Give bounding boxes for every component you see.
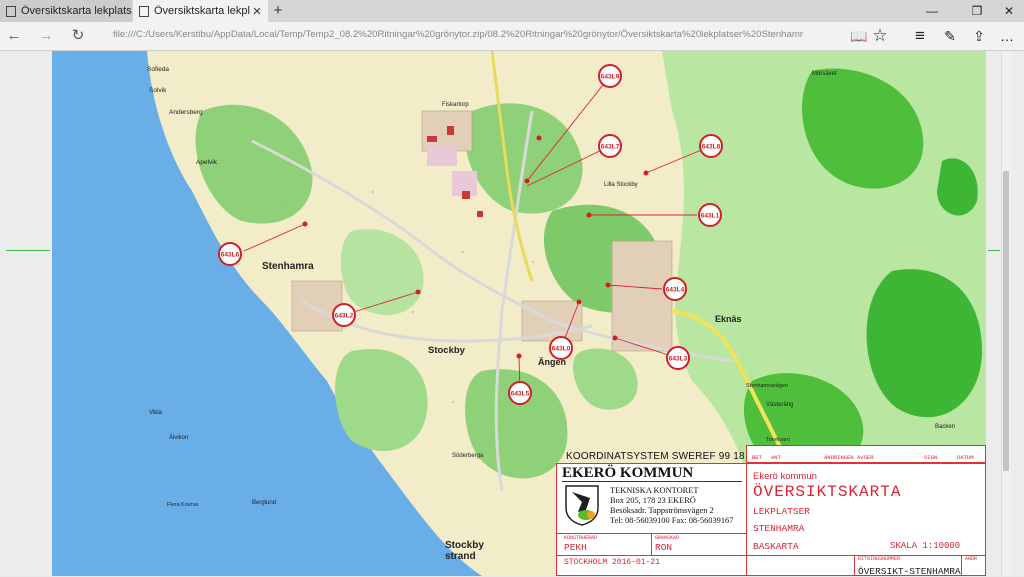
marker-643L2: 643L2 [332, 303, 356, 327]
department: TEKNISKA KONTORET [610, 486, 699, 495]
close-window-button[interactable]: ✕ [994, 0, 1024, 22]
tab-close-icon[interactable]: ✕ [250, 5, 264, 18]
drawing-title: ÖVERSIKTSKARTA [753, 483, 902, 501]
tab-bar: Översiktskarta lekplatser Ekö Översiktsk… [0, 0, 1024, 22]
marker-643L9: 643L9 [598, 64, 622, 88]
vertical-scrollbar[interactable] [1001, 51, 1011, 576]
share-icon[interactable]: ⇪ [968, 26, 990, 46]
konstruerad-label: KONSTRUERAD [564, 535, 598, 541]
granskad-label: GRANSKAD [655, 535, 680, 541]
marker-label: 643L1 [701, 213, 720, 220]
drawing-subtitle-1: LEKPLATSER [753, 506, 811, 517]
marker-label: 643L8 [702, 144, 721, 151]
client-name: Ekerö kommun [753, 471, 817, 482]
marker-label: 643L6 [221, 252, 240, 259]
marker-643L6: 643L6 [218, 242, 242, 266]
web-note-icon[interactable]: ✎ [939, 26, 961, 46]
place-name: Mörsävet [812, 71, 837, 77]
marker-label: 643L2 [335, 313, 354, 320]
place-name: Ängen [538, 357, 566, 367]
place-name: Andersberg [169, 109, 203, 116]
favorite-star-icon[interactable]: ☆ [869, 26, 891, 46]
divider [556, 555, 986, 556]
address-bar: ← → ↻ file:///C:/Users/Kerstibu/AppData/… [0, 22, 1024, 51]
rev-header-andringen: ÄNDRINGEN AVSER [824, 454, 874, 461]
title-block: BET ANT ÄNDRINGEN AVSER SIGN DATUM EKERÖ… [556, 445, 986, 577]
place-name: Fiskartorp [442, 102, 469, 108]
reading-view-icon[interactable]: 📖 [848, 26, 870, 46]
konstruerad-value: PEKH [564, 542, 587, 553]
marker-643L0: 643L0 [549, 336, 573, 360]
place-name: Apelvik [196, 159, 218, 166]
place-name: Stenhamra [262, 261, 314, 272]
guide-line [988, 250, 1000, 251]
phone-fax: Tel: 08-56039100 Fax: 08-56039167 [610, 516, 734, 525]
refresh-icon[interactable]: ↻ [68, 26, 88, 46]
place-name: Solvik [149, 87, 167, 94]
org-name: EKERÖ KOMMUN [562, 465, 694, 481]
divider [651, 533, 652, 555]
marker-643L5: 643L5 [508, 381, 532, 405]
tab-2-active[interactable]: Översiktskarta lekplatse ✕ [133, 0, 268, 22]
address-line-2: Besöksadr. Tappströmsvägen 2 [610, 506, 714, 515]
tab-1[interactable]: Översiktskarta lekplatser Ekö [0, 0, 132, 22]
marker-label: 643L7 [601, 144, 620, 151]
place-name: Vikla [149, 410, 163, 416]
marker-label: 643L0 [552, 346, 571, 353]
place-name: Torvkvarn [766, 437, 790, 443]
document-icon [6, 5, 16, 17]
document-icon [139, 5, 149, 17]
place-name: Berglund [252, 500, 276, 506]
marker-643L1: 643L1 [698, 203, 722, 227]
marker-label: 643L3 [669, 356, 688, 363]
ritningsnummer-value: ÖVERSIKT-STENHAMRA [858, 566, 961, 577]
drawing-subtitle-2: STENHAMRA [753, 523, 805, 534]
place-name: Sofieda [147, 66, 169, 73]
andr-label: ÄNDR [965, 556, 978, 562]
rev-header-sign: SIGN [924, 454, 938, 461]
rev-header-bet: BET [752, 454, 762, 461]
guide-line [6, 250, 50, 251]
place-name: Lilla Stockby [604, 182, 638, 188]
ritningsnummer-label: RITNINGSNUMMER [858, 556, 901, 562]
rev-header-datum: DATUM [957, 454, 974, 461]
forward-arrow-icon[interactable]: → [36, 26, 56, 46]
marker-label: 643L4 [666, 287, 685, 294]
tab-2-label: Översiktskarta lekplatse [154, 5, 250, 17]
drawing-subtitle-3: BASKARTA [753, 541, 799, 552]
place-name: Eknäs [715, 314, 742, 324]
tab-1-label: Översiktskarta lekplatser Ekö [21, 5, 132, 17]
more-icon[interactable]: … [996, 26, 1018, 46]
granskad-value: RON [655, 542, 673, 553]
maximize-button[interactable]: ❐ [962, 0, 992, 22]
address-line-1: Box 205, 178 23 EKERÖ [610, 496, 696, 505]
marker-643L4: 643L4 [663, 277, 687, 301]
marker-643L8: 643L8 [699, 134, 723, 158]
place-name: Söderberga [452, 453, 484, 459]
place-name: Stenhamravägen [746, 383, 788, 389]
place-name: Västeräng [766, 402, 793, 408]
divider [961, 555, 962, 576]
new-tab-button[interactable]: + [270, 0, 286, 22]
divider [562, 481, 742, 482]
place-name: Flera Kovrva [167, 502, 199, 508]
scrollbar-thumb[interactable] [1003, 171, 1009, 471]
place-name: Älvikon [169, 434, 188, 441]
municipality-coat-of-arms-icon [565, 485, 599, 526]
marker-label: 643L5 [511, 391, 530, 398]
divider [854, 555, 855, 576]
rev-header-ant: ANT [771, 454, 781, 461]
place-name: Backen [935, 424, 955, 430]
place-date: STOCKHOLM 2016-01-21 [564, 558, 661, 567]
marker-643L7: 643L7 [598, 134, 622, 158]
url-field[interactable]: file:///C:/Users/Kerstibu/AppData/Local/… [113, 29, 803, 40]
back-arrow-icon[interactable]: ← [4, 26, 24, 46]
hub-icon[interactable]: ≡ [909, 26, 931, 46]
minimize-button[interactable]: — [917, 0, 947, 22]
place-name: Stockby [428, 345, 466, 356]
scale-label: SKALA 1:10000 [890, 541, 961, 551]
divider [746, 463, 747, 576]
marker-643L3: 643L3 [666, 346, 690, 370]
marker-label: 643L9 [601, 74, 620, 81]
